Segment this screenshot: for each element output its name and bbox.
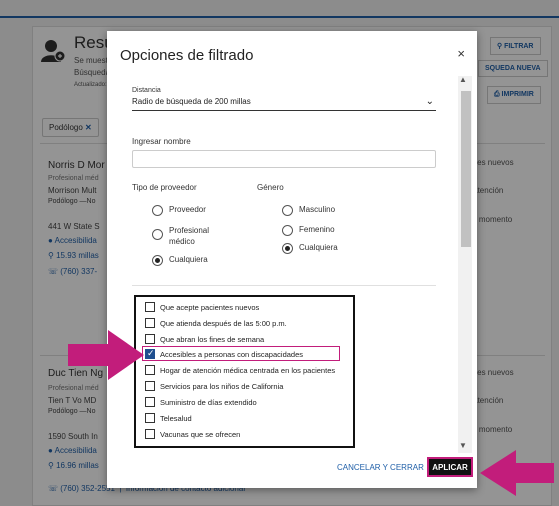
name-label: Ingresar nombre xyxy=(132,137,191,146)
checkbox[interactable] xyxy=(145,318,155,328)
provider-type-label: Tipo de proveedor xyxy=(132,183,197,192)
scroll-up-icon[interactable]: ▲ xyxy=(459,75,467,84)
checkbox[interactable] xyxy=(145,397,155,407)
distance-label: Distancia xyxy=(132,87,161,94)
distance-value: Radio de búsqueda de 200 millas xyxy=(132,97,251,106)
scrollbar-thumb[interactable] xyxy=(461,91,471,247)
checkbox[interactable] xyxy=(145,302,155,312)
distance-select[interactable]: Radio de búsqueda de 200 millas ⌄ xyxy=(132,96,436,111)
checkbox-vaccines[interactable]: Vacunas que se ofrecen xyxy=(145,429,240,439)
radio-button[interactable] xyxy=(282,225,293,236)
arrow-right-icon xyxy=(68,330,144,380)
checkbox[interactable] xyxy=(145,381,155,391)
radio-any-provider[interactable]: Cualquiera xyxy=(152,255,208,266)
radio-button[interactable] xyxy=(152,205,163,216)
checkbox-telehealth[interactable]: Telesalud xyxy=(145,413,192,423)
radio-button-selected[interactable] xyxy=(282,243,293,254)
radio-any-gender[interactable]: Cualquiera xyxy=(282,243,338,254)
checkbox[interactable] xyxy=(145,413,155,423)
close-icon[interactable]: × xyxy=(457,46,465,61)
checkbox-accessible[interactable]: Accesibles a personas con discapacidades xyxy=(145,348,303,359)
cancel-button[interactable]: CANCELAR Y CERRAR xyxy=(337,463,424,472)
scroll-down-icon[interactable]: ▼ xyxy=(459,441,467,450)
radio-button[interactable] xyxy=(152,229,163,240)
radio-button[interactable] xyxy=(282,205,293,216)
checkbox-after-5pm[interactable]: Que atienda después de las 5:00 p.m. xyxy=(145,318,287,328)
radio-male[interactable]: Masculino xyxy=(282,205,335,216)
checkbox-patient-centered-home[interactable]: Hogar de atención médica centrada en los… xyxy=(145,365,335,375)
arrow-left-icon xyxy=(480,450,554,496)
apply-button[interactable]: APLICAR xyxy=(427,457,473,477)
section-divider xyxy=(132,285,436,286)
radio-female[interactable]: Femenino xyxy=(282,225,335,236)
radio-button-selected[interactable] xyxy=(152,255,163,266)
chevron-down-icon: ⌄ xyxy=(425,96,434,107)
radio-medical-professional[interactable]: Profesional médico xyxy=(152,225,229,247)
checkbox-weekends[interactable]: Que abran los fines de semana xyxy=(145,334,264,344)
checkbox-california-children[interactable]: Servicios para los niños de California xyxy=(145,381,283,391)
filter-dialog: Opciones de filtrado × ▲ ▼ Distancia Rad… xyxy=(107,31,477,488)
checkbox-new-patients[interactable]: Que acepte pacientes nuevos xyxy=(145,302,259,312)
checkbox[interactable] xyxy=(145,429,155,439)
checkbox-extended-supply[interactable]: Suministro de días extendido xyxy=(145,397,257,407)
radio-provider[interactable]: Proveedor xyxy=(152,205,206,216)
name-input[interactable] xyxy=(132,150,436,168)
dialog-title: Opciones de filtrado xyxy=(120,47,254,64)
gender-label: Género xyxy=(257,183,284,192)
